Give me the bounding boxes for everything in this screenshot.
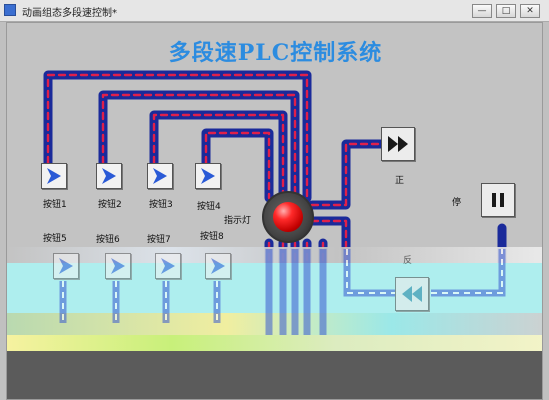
title-bar: 动画组态多段速控制* — □ ✕ (0, 0, 549, 22)
maximize-button[interactable]: □ (496, 4, 516, 18)
app-icon (4, 4, 16, 16)
window-title: 动画组态多段速控制* (22, 8, 117, 19)
pipe-network-faint (59, 249, 506, 335)
minimize-button[interactable]: — (472, 4, 492, 18)
canvas-area: 多段速PLC控制系统 按钮1 按钮2 按钮3 按钮4 指示灯 按钮5 按钮6 按… (6, 22, 543, 400)
app-window: 动画组态多段速控制* — □ ✕ 多段速PLC控制系统 按钮1 按钮2 按钮3 … (0, 0, 549, 400)
close-button[interactable]: ✕ (520, 4, 540, 18)
